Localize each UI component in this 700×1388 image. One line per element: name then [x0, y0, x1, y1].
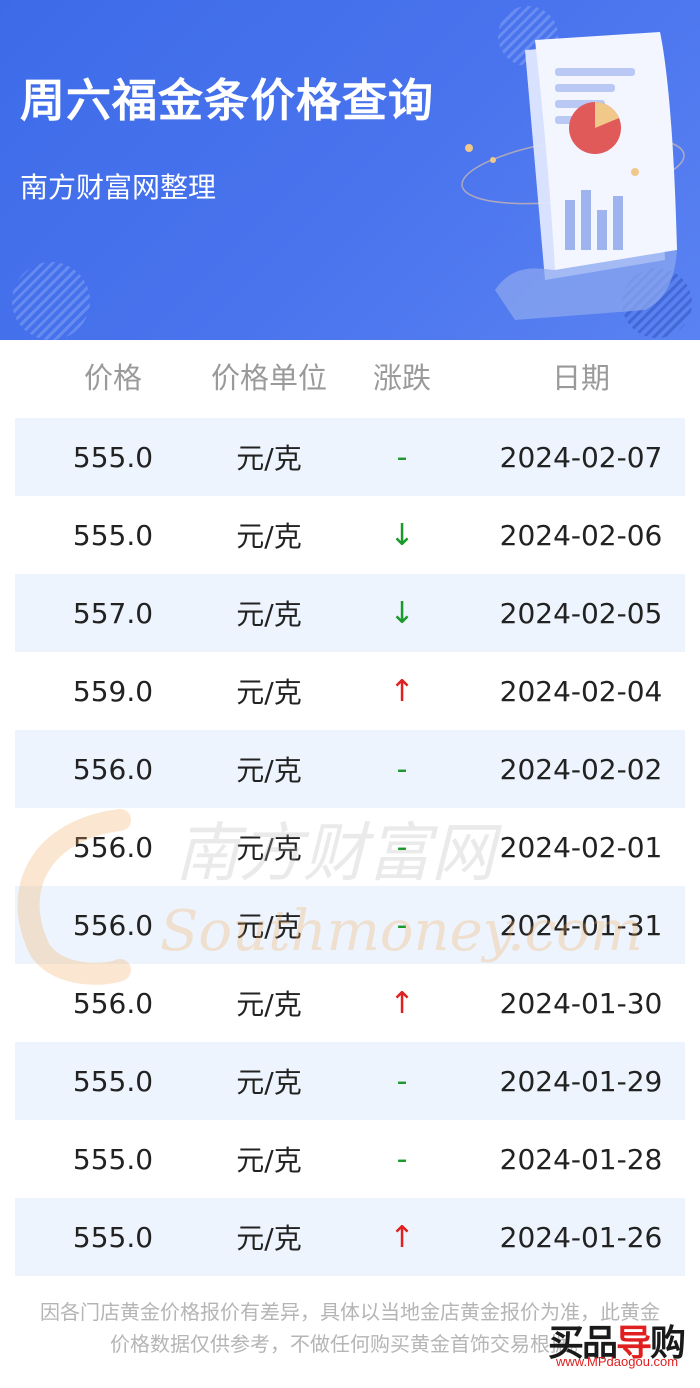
- unit-cell: 元/克: [236, 1144, 302, 1177]
- report-document-illustration: [461, 32, 685, 320]
- table-row: 556.0 元/克 ↑ 2024-01-30: [15, 964, 685, 1042]
- unit-cell: 元/克: [236, 598, 302, 631]
- price-cell: 555.0: [72, 1220, 154, 1254]
- change-cell: ↑: [389, 673, 415, 709]
- table-row: 555.0 元/克 - 2024-01-28: [15, 1120, 685, 1198]
- header-banner: 周六福金条价格查询 南方财富网整理: [0, 0, 700, 340]
- price-cell: 557.0: [72, 596, 154, 630]
- change-cell: -: [396, 439, 408, 475]
- change-cell: -: [396, 1063, 408, 1099]
- unit-cell: 元/克: [236, 754, 302, 787]
- date-cell: 2024-02-02: [499, 752, 663, 786]
- date-cell: 2024-02-07: [499, 440, 663, 474]
- page-subtitle: 南方财富网整理: [20, 171, 217, 204]
- price-cell: 556.0: [72, 752, 154, 786]
- column-header-unit: 价格单位: [211, 361, 328, 395]
- column-header-price: 价格: [83, 361, 142, 395]
- date-cell: 2024-02-06: [499, 518, 663, 552]
- unit-cell: 元/克: [236, 910, 302, 943]
- table-row: 559.0 元/克 ↑ 2024-02-04: [15, 652, 685, 730]
- unit-cell: 元/克: [236, 832, 302, 865]
- date-cell: 2024-01-28: [499, 1142, 663, 1176]
- unit-cell: 元/克: [236, 442, 302, 475]
- table-row: 555.0 元/克 - 2024-02-07: [15, 418, 685, 496]
- date-cell: 2024-01-31: [499, 908, 663, 942]
- date-cell: 2024-01-26: [499, 1220, 663, 1254]
- price-cell: 555.0: [72, 518, 154, 552]
- unit-cell: 元/克: [236, 676, 302, 709]
- table-row: 555.0 元/克 ↑ 2024-01-26: [15, 1198, 685, 1276]
- date-cell: 2024-02-04: [499, 674, 663, 708]
- column-header-change: 涨跌: [372, 361, 431, 395]
- date-cell: 2024-02-05: [499, 596, 663, 630]
- mpdaogou-logo: 买品导购 www.MPdaogou.com: [548, 1314, 698, 1374]
- decorative-hatch-circle: [12, 262, 90, 340]
- table-row: 555.0 元/克 - 2024-01-29: [15, 1042, 685, 1120]
- change-cell: -: [396, 907, 408, 943]
- page-title: 周六福金条价格查询: [20, 74, 435, 127]
- price-cell: 559.0: [72, 674, 154, 708]
- price-cell: 556.0: [72, 830, 154, 864]
- unit-cell: 元/克: [236, 1222, 302, 1255]
- table-row: 556.0 元/克 - 2024-01-31: [15, 886, 685, 964]
- unit-cell: 元/克: [236, 520, 302, 553]
- column-header-date: 日期: [551, 361, 610, 395]
- logo-url-text: www.MPdaogou.com: [556, 1354, 679, 1369]
- price-cell: 556.0: [72, 986, 154, 1020]
- price-cell: 555.0: [72, 1142, 154, 1176]
- table-row: 556.0 元/克 - 2024-02-02: [15, 730, 685, 808]
- change-cell: -: [396, 829, 408, 865]
- price-cell: 555.0: [72, 1064, 154, 1098]
- table-row: 555.0 元/克 ↓ 2024-02-06: [15, 496, 685, 574]
- change-cell: -: [396, 751, 408, 787]
- price-table: 555.0 元/克 - 2024-02-07 555.0 元/克 ↓ 2024-…: [15, 418, 685, 1276]
- date-cell: 2024-01-30: [499, 986, 663, 1020]
- date-cell: 2024-02-01: [499, 830, 663, 864]
- table-row: 557.0 元/克 ↓ 2024-02-05: [15, 574, 685, 652]
- price-cell: 555.0: [72, 440, 154, 474]
- unit-cell: 元/克: [236, 988, 302, 1021]
- table-row: 556.0 元/克 - 2024-02-01: [15, 808, 685, 886]
- change-cell: ↓: [389, 595, 415, 631]
- unit-cell: 元/克: [236, 1066, 302, 1099]
- price-cell: 556.0: [72, 908, 154, 942]
- change-cell: ↓: [389, 517, 415, 553]
- table-header: 价格 价格单位 涨跌 日期: [15, 340, 685, 412]
- change-cell: -: [396, 1141, 408, 1177]
- date-cell: 2024-01-29: [499, 1064, 663, 1098]
- change-cell: ↑: [389, 985, 415, 1021]
- change-cell: ↑: [389, 1219, 415, 1255]
